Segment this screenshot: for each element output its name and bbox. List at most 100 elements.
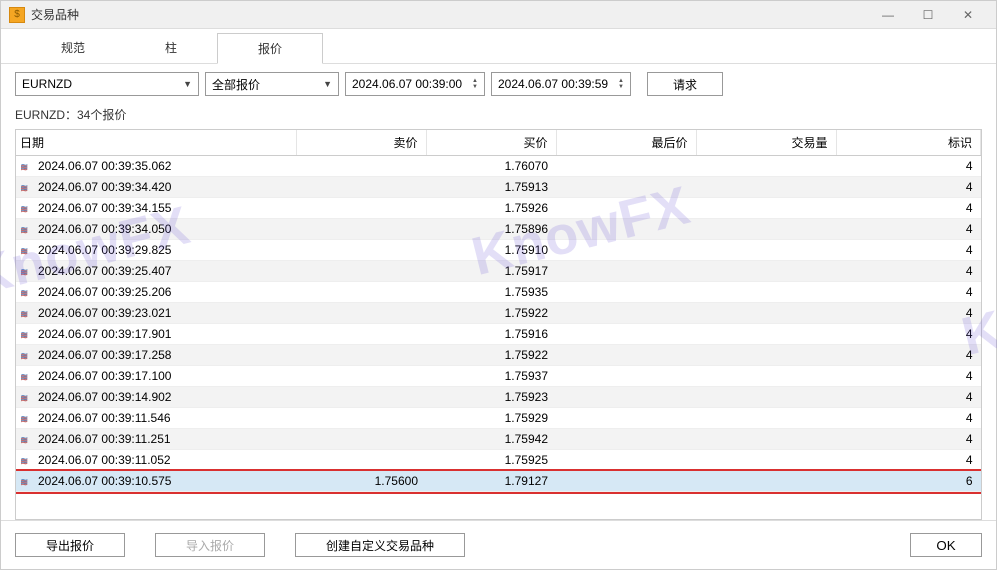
col-sell[interactable]: 卖价 — [296, 130, 426, 156]
wave-icon — [20, 351, 34, 362]
cell — [296, 261, 426, 282]
tab-quotes[interactable]: 报价 — [217, 33, 323, 64]
wave-icon — [20, 288, 34, 299]
to-datetime-input[interactable]: 2024.06.07 00:39:59 ▲▼ — [491, 72, 631, 96]
filter-bar: EURNZD ▼ 全部报价 ▼ 2024.06.07 00:39:00 ▲▼ 2… — [1, 64, 996, 104]
chevron-down-icon: ▼ — [183, 79, 192, 89]
table-header-row: 日期 卖价 买价 最后价 交易量 标识 — [16, 130, 981, 156]
cell — [696, 240, 836, 261]
request-button[interactable]: 请求 — [647, 72, 723, 96]
cell: 2024.06.07 00:39:35.062 — [16, 156, 296, 177]
cell: 1.75916 — [426, 324, 556, 345]
wave-icon — [20, 330, 34, 341]
close-button[interactable]: ✕ — [948, 3, 988, 27]
maximize-button[interactable]: ☐ — [908, 3, 948, 27]
cell: 4 — [836, 156, 981, 177]
cell: 6 — [836, 471, 981, 492]
cell: 1.79127 — [426, 471, 556, 492]
cell: 4 — [836, 177, 981, 198]
export-button[interactable]: 导出报价 — [15, 533, 125, 557]
tab-bar: 规范 柱 报价 — [1, 29, 996, 64]
tab-spec[interactable]: 规范 — [21, 33, 125, 63]
cell — [296, 156, 426, 177]
cell — [696, 408, 836, 429]
table-row[interactable]: 2024.06.07 00:39:25.2061.759354 — [16, 282, 981, 303]
cell — [556, 450, 696, 471]
create-custom-button[interactable]: 创建自定义交易品种 — [295, 533, 465, 557]
table-row[interactable]: 2024.06.07 00:39:34.420 1.75913 4 — [16, 177, 981, 198]
quote-type-value: 全部报价 — [212, 76, 260, 93]
table-row[interactable]: 2024.06.07 00:39:23.0211.759224 — [16, 303, 981, 324]
cell: 2024.06.07 00:39:34.050 — [16, 219, 296, 240]
cell — [696, 261, 836, 282]
cell: 2024.06.07 00:39:34.420 — [16, 177, 296, 198]
col-volume[interactable]: 交易量 — [696, 130, 836, 156]
table-row[interactable]: 2024.06.07 00:39:11.5461.759294 — [16, 408, 981, 429]
cell — [556, 156, 696, 177]
table-row[interactable]: 2024.06.07 00:39:11.0521.759254 — [16, 450, 981, 471]
ok-button[interactable]: OK — [910, 533, 982, 557]
col-last[interactable]: 最后价 — [556, 130, 696, 156]
wave-icon — [20, 309, 34, 320]
wave-icon — [20, 162, 34, 173]
cell — [696, 345, 836, 366]
table-row[interactable]: 2024.06.07 00:39:17.9011.759164 — [16, 324, 981, 345]
cell — [696, 303, 836, 324]
import-button[interactable]: 导入报价 — [155, 533, 265, 557]
cell — [296, 177, 426, 198]
cell: 4 — [836, 303, 981, 324]
table-row[interactable]: 2024.06.07 00:39:14.9021.759234 — [16, 387, 981, 408]
col-buy[interactable]: 买价 — [426, 130, 556, 156]
cell — [696, 429, 836, 450]
cell: 2024.06.07 00:39:34.155 — [16, 198, 296, 219]
minimize-button[interactable]: — — [868, 3, 908, 27]
wave-icon — [20, 393, 34, 404]
quote-type-dropdown[interactable]: 全部报价 ▼ — [205, 72, 339, 96]
wave-icon — [20, 372, 34, 383]
table-row[interactable]: 2024.06.07 00:39:29.8251.759104 — [16, 240, 981, 261]
cell: 4 — [836, 282, 981, 303]
cell: 4 — [836, 429, 981, 450]
cell: 1.75937 — [426, 366, 556, 387]
cell: 1.75913 — [426, 177, 556, 198]
table-row[interactable]: 2024.06.07 00:39:34.0501.758964 — [16, 219, 981, 240]
table-row[interactable]: 2024.06.07 00:39:11.251 1.75942 4 — [16, 429, 981, 450]
table-row[interactable]: 2024.06.07 00:39:35.0621.760704 — [16, 156, 981, 177]
table-row[interactable]: 2024.06.07 00:39:25.4071.759174 — [16, 261, 981, 282]
col-date[interactable]: 日期 — [16, 130, 296, 156]
cell: 4 — [836, 240, 981, 261]
cell — [556, 345, 696, 366]
cell: 2024.06.07 00:39:11.251 — [16, 429, 296, 450]
cell — [296, 387, 426, 408]
cell — [556, 177, 696, 198]
cell — [296, 219, 426, 240]
wave-icon — [20, 183, 34, 194]
cell — [556, 324, 696, 345]
wave-icon — [20, 267, 34, 278]
table-row[interactable]: 2024.06.07 00:39:10.5751.756001.791276 — [16, 471, 981, 492]
footer: 导出报价 导入报价 创建自定义交易品种 OK — [1, 520, 996, 569]
summary-label: EURNZD：34个报价 — [1, 104, 996, 129]
table-row[interactable]: 2024.06.07 00:39:17.2581.759224 — [16, 345, 981, 366]
cell: 1.75942 — [426, 429, 556, 450]
cell — [556, 219, 696, 240]
cell: 1.75896 — [426, 219, 556, 240]
cell — [296, 345, 426, 366]
symbol-dropdown[interactable]: EURNZD ▼ — [15, 72, 199, 96]
cell — [296, 450, 426, 471]
cell — [696, 156, 836, 177]
cell — [296, 303, 426, 324]
cell — [296, 324, 426, 345]
cell — [696, 282, 836, 303]
from-datetime-input[interactable]: 2024.06.07 00:39:00 ▲▼ — [345, 72, 485, 96]
cell — [296, 198, 426, 219]
cell: 2024.06.07 00:39:11.546 — [16, 408, 296, 429]
cell — [696, 387, 836, 408]
table-row[interactable]: 2024.06.07 00:39:17.1001.759374 — [16, 366, 981, 387]
col-flag[interactable]: 标识 — [836, 130, 981, 156]
table-row[interactable]: 2024.06.07 00:39:34.1551.759264 — [16, 198, 981, 219]
tab-bars[interactable]: 柱 — [125, 33, 217, 63]
cell — [556, 240, 696, 261]
spinner-icon: ▲▼ — [618, 78, 624, 90]
cell: 2024.06.07 00:39:23.021 — [16, 303, 296, 324]
